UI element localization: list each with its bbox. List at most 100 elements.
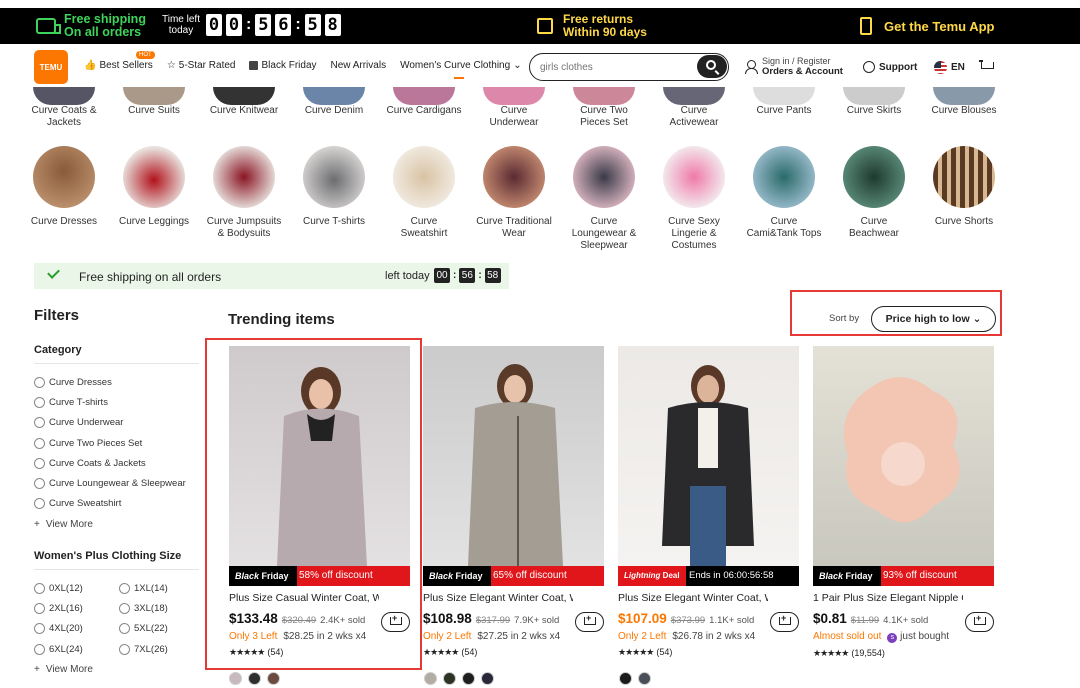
- color-swatch[interactable]: [248, 672, 261, 685]
- size-option[interactable]: 7XL(26): [119, 639, 199, 659]
- search-input[interactable]: [540, 59, 690, 75]
- color-swatch[interactable]: [638, 672, 651, 685]
- strip-timer: 00: 56: 58: [434, 268, 501, 283]
- color-swatch[interactable]: [462, 672, 475, 685]
- language-selector[interactable]: EN: [934, 61, 965, 74]
- category-item[interactable]: Curve Sexy Lingerie & Costumes: [656, 146, 732, 252]
- size-option[interactable]: 3XL(18): [119, 598, 199, 618]
- category-option[interactable]: Curve Loungewear & Sleepwear: [34, 473, 199, 493]
- category-item[interactable]: Curve Two Pieces Set: [566, 87, 642, 129]
- site-header: TEMU 👍 Best Sellers HOT ☆ 5-Star Rated B…: [0, 44, 1080, 90]
- get-app-label: Get the Temu App: [884, 18, 995, 34]
- category-item[interactable]: Curve Skirts: [836, 87, 912, 117]
- category-option[interactable]: Curve Two Pieces Set: [34, 433, 199, 453]
- category-item[interactable]: Curve Traditional Wear: [476, 146, 552, 240]
- radio-icon: [34, 643, 45, 655]
- product-title[interactable]: Plus Size Elegant Winter Coat, Wom...: [618, 592, 768, 604]
- category-item[interactable]: Curve Underwear: [476, 87, 552, 129]
- category-item[interactable]: Curve Suits: [116, 87, 192, 117]
- product-title[interactable]: 1 Pair Plus Size Elegant Nipple Cove...: [813, 592, 963, 604]
- color-swatches: [619, 672, 651, 685]
- temu-logo[interactable]: TEMU: [34, 50, 68, 84]
- add-to-cart-button[interactable]: [965, 612, 994, 632]
- category-option[interactable]: Curve Underwear: [34, 413, 199, 433]
- stock-left: Almost sold out: [813, 631, 882, 642]
- support-link[interactable]: Support: [863, 61, 917, 73]
- add-to-cart-button[interactable]: [575, 612, 604, 632]
- category-item[interactable]: Curve Loungewear & Sleepwear: [566, 146, 642, 252]
- add-to-cart-button[interactable]: [770, 612, 799, 632]
- rating-count: (54): [461, 647, 478, 657]
- category-item[interactable]: Curve Activewear: [656, 87, 732, 129]
- free-returns-promo[interactable]: Free returns Within 90 days: [537, 13, 647, 39]
- size-option[interactable]: 2XL(16): [34, 598, 119, 618]
- category-item[interactable]: Curve Cardigans: [386, 87, 462, 117]
- category-item[interactable]: Curve Shorts: [926, 146, 1002, 228]
- category-option[interactable]: Curve Sweatshirt: [34, 494, 199, 514]
- category-image: [753, 146, 815, 208]
- category-item[interactable]: Curve Dresses: [26, 146, 102, 228]
- category-item[interactable]: Curve Pants: [746, 87, 822, 117]
- cart-icon[interactable]: [979, 60, 994, 72]
- category-item[interactable]: Curve Leggings: [116, 146, 192, 228]
- original-price: $11.99: [850, 615, 880, 626]
- color-swatch[interactable]: [267, 672, 280, 685]
- today-label: today: [168, 25, 194, 36]
- color-swatch[interactable]: [619, 672, 632, 685]
- product-title[interactable]: Plus Size Elegant Winter Coat, Wom...: [423, 592, 573, 604]
- category-option[interactable]: Curve Coats & Jackets: [34, 453, 199, 473]
- size-option[interactable]: 1XL(14): [119, 578, 199, 598]
- category-image: [753, 87, 815, 105]
- original-price: $373.99: [670, 615, 706, 626]
- category-image: [123, 87, 185, 105]
- installment-text: $26.78 in 2 wks x4: [672, 631, 756, 642]
- size-option[interactable]: 0XL(12): [34, 578, 119, 598]
- category-option[interactable]: Curve Dresses: [34, 372, 199, 392]
- nav-label: Best Sellers: [99, 60, 153, 71]
- product-card[interactable]: Black Friday 93% off discount 1 Pair Plus…: [813, 346, 994, 659]
- nav-five-star[interactable]: ☆ 5-Star Rated: [167, 60, 236, 71]
- category-item[interactable]: Curve Coats & Jackets: [26, 87, 102, 129]
- nav-new-arrivals[interactable]: New Arrivals: [331, 60, 387, 71]
- free-shipping-sub: On all orders: [64, 25, 142, 39]
- category-option[interactable]: Curve T-shirts: [34, 392, 199, 412]
- size-option[interactable]: 4XL(20): [34, 619, 119, 639]
- product-image[interactable]: [813, 346, 994, 566]
- category-item[interactable]: Curve Cami&Tank Tops: [746, 146, 822, 240]
- color-swatch[interactable]: [229, 672, 242, 685]
- category-item[interactable]: Curve Jumpsuits & Bodysuits: [206, 146, 282, 240]
- radio-icon: [34, 582, 45, 594]
- category-item[interactable]: Curve Denim: [296, 87, 372, 117]
- stock-left: Only 2 Left: [423, 631, 472, 642]
- product-image[interactable]: [618, 346, 799, 566]
- category-item[interactable]: Curve Blouses: [926, 87, 1002, 117]
- free-shipping-promo[interactable]: Free shipping On all orders: [36, 13, 146, 39]
- get-app-link[interactable]: Get the Temu App: [860, 17, 995, 35]
- thumbs-up-icon: 👍: [84, 60, 97, 71]
- product-card[interactable]: Black Friday 65% off discount Plus Size E…: [423, 346, 604, 658]
- nav-womens-curve[interactable]: Women's Curve Clothing ⌄: [400, 60, 522, 79]
- category-item[interactable]: Curve Sweatshirt: [386, 146, 462, 240]
- nav-black-friday[interactable]: Black Friday: [249, 60, 317, 71]
- product-image[interactable]: [423, 346, 604, 566]
- radio-icon: [119, 603, 130, 615]
- category-item[interactable]: Curve Knitwear: [206, 87, 282, 117]
- nav-best-sellers[interactable]: 👍 Best Sellers HOT: [84, 51, 155, 71]
- account-menu[interactable]: Sign in / Register Orders & Account: [745, 56, 843, 77]
- view-more-categories[interactable]: + View More: [34, 519, 199, 530]
- size-option[interactable]: 5XL(22): [119, 619, 199, 639]
- color-swatch[interactable]: [443, 672, 456, 685]
- category-item[interactable]: Curve Beachwear: [836, 146, 912, 240]
- product-card[interactable]: Lightning Deal Ends in 06:00:56:58 Plus S…: [618, 346, 799, 658]
- rating-count: (54): [656, 647, 673, 657]
- size-option[interactable]: 6XL(24): [34, 639, 119, 659]
- product-photo: [468, 364, 563, 566]
- color-swatch[interactable]: [424, 672, 437, 685]
- search-button[interactable]: [697, 55, 727, 78]
- view-more-sizes[interactable]: + View More: [34, 664, 199, 675]
- sort-dropdown[interactable]: Price high to low ⌄: [871, 306, 996, 332]
- category-item[interactable]: Curve T-shirts: [296, 146, 372, 228]
- color-swatch[interactable]: [481, 672, 494, 685]
- chat-icon: [863, 61, 875, 73]
- timer-box: 56: [459, 268, 476, 283]
